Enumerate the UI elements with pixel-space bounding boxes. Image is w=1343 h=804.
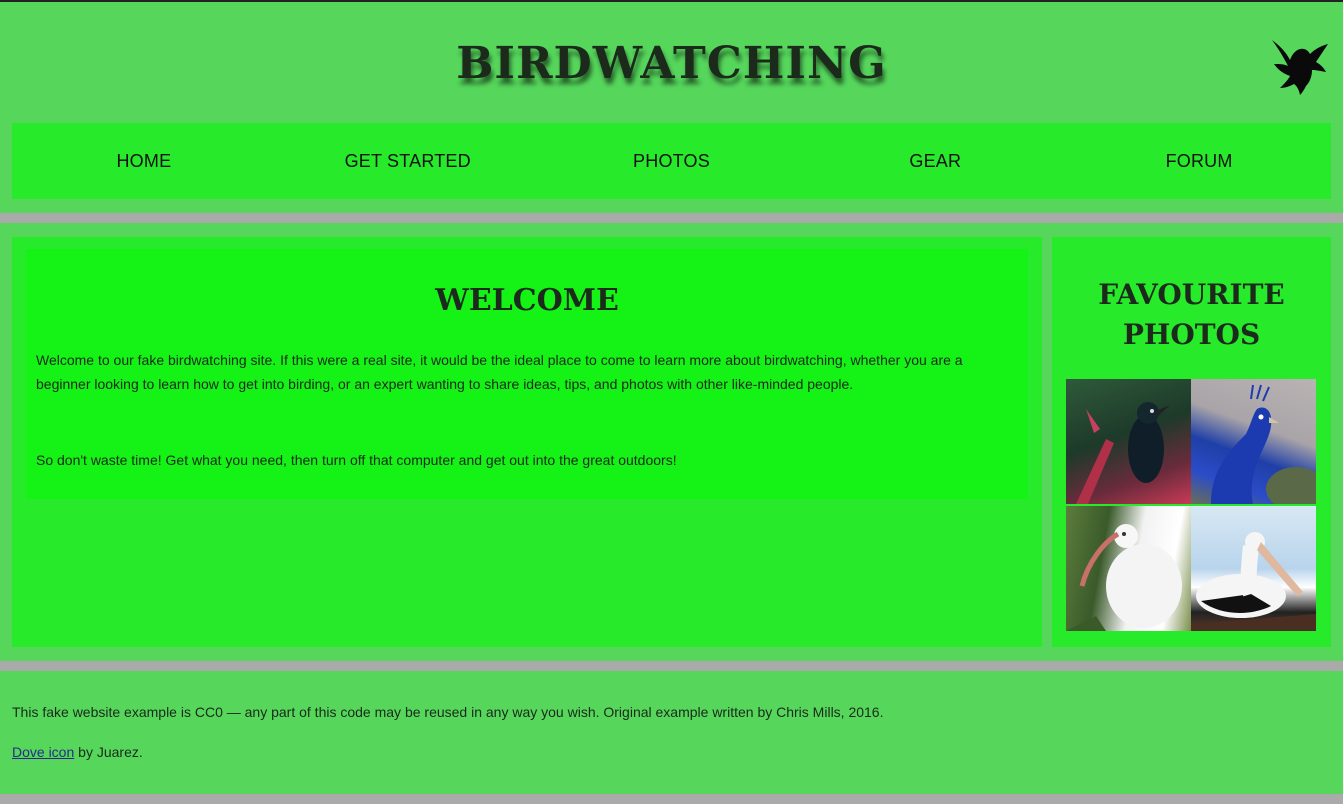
- main-nav: HOME GET STARTED PHOTOS GEAR FORUM: [12, 123, 1331, 199]
- sidebar-heading: FAVOURITE PHOTOS: [1098, 278, 1285, 351]
- nav-photos[interactable]: PHOTOS: [540, 123, 804, 199]
- white-ibis-photo[interactable]: [1066, 506, 1191, 631]
- nav-home[interactable]: HOME: [12, 123, 276, 199]
- nav-forum[interactable]: FORUM: [1067, 123, 1331, 199]
- photo-grid: [1066, 379, 1316, 631]
- pelican-photo[interactable]: [1191, 506, 1316, 631]
- welcome-article: WELCOME Welcome to our fake birdwatching…: [26, 249, 1028, 499]
- site-title: BIRDWATCHING: [456, 38, 887, 89]
- article-heading: WELCOME: [435, 283, 619, 318]
- peacock-photo[interactable]: [1191, 379, 1316, 504]
- footer-icon-credit: Dove icon by Juarez.: [12, 744, 143, 760]
- tui-bird-photo[interactable]: [1066, 379, 1191, 504]
- footer-icon-author: by Juarez.: [74, 744, 143, 760]
- article-paragraph-outro: So don't waste time! Get what you need, …: [36, 452, 677, 468]
- article-column: WELCOME Welcome to our fake birdwatching…: [12, 237, 1042, 647]
- nav-gear[interactable]: GEAR: [803, 123, 1067, 199]
- favourite-photos-sidebar: FAVOURITE PHOTOS: [1052, 237, 1331, 647]
- dove-icon-link[interactable]: Dove icon: [12, 744, 74, 760]
- site-header: BIRDWATCHING HOME GET STARTED PHOTOS GEA…: [0, 2, 1343, 213]
- article-paragraph-intro: Welcome to our fake birdwatching site. I…: [36, 352, 963, 392]
- footer-credit: This fake website example is CC0 — any p…: [12, 704, 884, 720]
- site-footer: This fake website example is CC0 — any p…: [0, 671, 1343, 794]
- nav-get-started[interactable]: GET STARTED: [276, 123, 540, 199]
- dove-icon: [1272, 40, 1328, 95]
- main-content: WELCOME Welcome to our fake birdwatching…: [0, 223, 1343, 661]
